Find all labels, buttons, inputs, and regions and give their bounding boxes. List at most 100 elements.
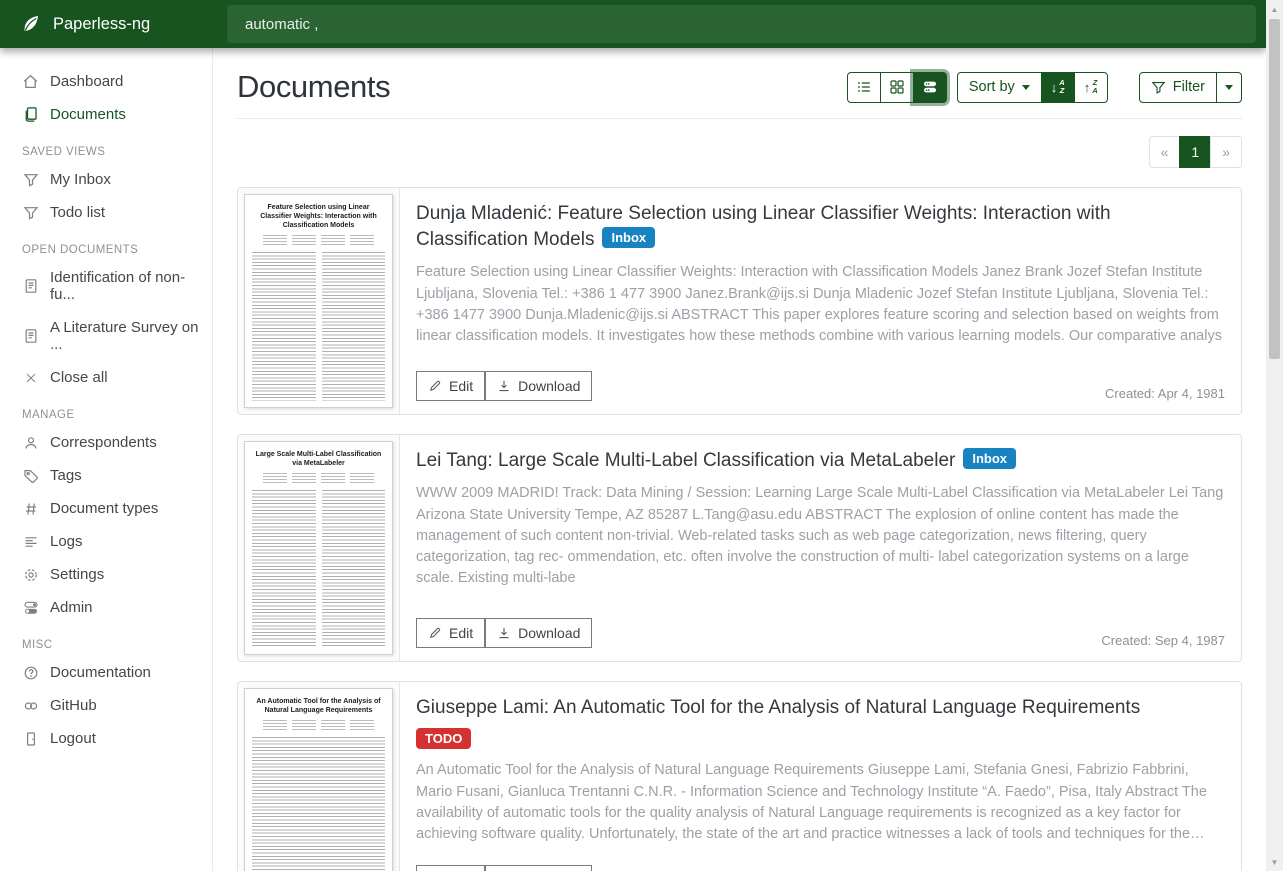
sidebar-item-document-types[interactable]: Document types — [0, 492, 212, 525]
person-icon — [22, 434, 39, 451]
document-thumbnail[interactable]: Large Scale Multi-Label Classification v… — [238, 435, 400, 661]
document-thumbnail[interactable]: An Automatic Tool for the Analysis of Na… — [238, 682, 400, 871]
sidebar-item-my-inbox[interactable]: My Inbox — [0, 163, 212, 196]
document-title[interactable]: Giuseppe Lami: An Automatic Tool for the… — [416, 697, 1140, 718]
thumbnail-text-columns — [252, 490, 385, 648]
brand[interactable]: Paperless-ng — [0, 14, 213, 34]
document-actions: Edit Download — [416, 865, 592, 871]
document-thumbnail[interactable]: Feature Selection using Linear Classifie… — [238, 188, 400, 414]
tag-icon — [22, 467, 39, 484]
sidebar-item-label: A Literature Survey on ... — [50, 319, 204, 353]
document-card: Feature Selection using Linear Classifie… — [237, 187, 1242, 415]
tag-badge[interactable]: Inbox — [963, 448, 1016, 469]
sidebar-item-label: Close all — [50, 369, 108, 386]
list-view-icon — [856, 79, 872, 95]
download-button[interactable]: Download — [485, 371, 592, 401]
document-actions: Edit Download — [416, 371, 592, 401]
sidebar-item-label: Logout — [50, 730, 96, 747]
sidebar-item-label: Admin — [50, 599, 93, 616]
sidebar-item-label: Tags — [50, 467, 82, 484]
thumbnail-authors — [252, 235, 385, 246]
sort-by-dropdown[interactable]: Sort by — [957, 72, 1042, 103]
log-lines-icon — [22, 533, 39, 550]
document-actions: Edit Download — [416, 618, 592, 648]
chevron-down-icon — [1022, 85, 1030, 90]
funnel-icon — [22, 204, 39, 221]
tag-badge[interactable]: Inbox — [602, 227, 655, 248]
document-card-body: Lei Tang: Large Scale Multi-Label Classi… — [400, 435, 1241, 661]
document-title[interactable]: Dunja Mladenić: Feature Selection using … — [416, 203, 1111, 250]
document-card-footer: Edit Download Created: Sep 4, 1987 — [416, 608, 1225, 648]
search-input[interactable] — [227, 5, 1256, 43]
filter-button[interactable]: Filter — [1139, 72, 1217, 103]
sidebar-item-tags[interactable]: Tags — [0, 459, 212, 492]
sidebar-item-close-all[interactable]: Close all — [0, 361, 212, 394]
thumbnail-page: Feature Selection using Linear Classifie… — [244, 194, 393, 408]
heading-divider — [237, 118, 1242, 119]
documents-icon — [22, 106, 39, 123]
download-label: Download — [518, 625, 580, 641]
edit-button[interactable]: Edit — [416, 371, 485, 401]
sidebar-item-dashboard[interactable]: Dashboard — [0, 65, 212, 98]
filter-dropdown-button[interactable] — [1216, 72, 1242, 103]
sidebar-item-label: Logs — [50, 533, 83, 550]
download-icon — [497, 626, 511, 640]
document-card-footer: Edit Download Created: Apr 4, 1981 — [416, 361, 1225, 401]
sidebar-open-document-1[interactable]: Identification of non-fu... — [0, 261, 212, 311]
tag-badge[interactable]: TODO — [416, 728, 471, 749]
sort-by-label: Sort by — [969, 79, 1015, 95]
sidebar-item-documents[interactable]: Documents — [0, 98, 212, 131]
sidebar-item-documentation[interactable]: Documentation — [0, 656, 212, 689]
scrollbar-thumb[interactable] — [1269, 19, 1280, 359]
document-card-body: Giuseppe Lami: An Automatic Tool for the… — [400, 682, 1241, 871]
scrollbar-up-arrow[interactable]: ▲ — [1266, 1, 1283, 17]
thumbnail-authors — [252, 720, 385, 731]
hash-icon — [22, 500, 39, 517]
sidebar-open-document-2[interactable]: A Literature Survey on ... — [0, 311, 212, 361]
thumbnail-title: Feature Selection using Linear Classifie… — [252, 203, 385, 230]
download-label: Download — [518, 378, 580, 394]
sidebar-item-label: Correspondents — [50, 434, 157, 451]
list-view-button[interactable] — [847, 72, 881, 103]
sidebar-item-logs[interactable]: Logs — [0, 525, 212, 558]
chevron-down-icon — [1225, 85, 1233, 90]
edit-label: Edit — [449, 378, 473, 394]
grid-view-button[interactable] — [880, 72, 914, 103]
document-card: An Automatic Tool for the Analysis of Na… — [237, 681, 1242, 871]
sort-group: Sort by ↓ AZ ↑ ZA — [957, 72, 1108, 103]
pagination-next-button[interactable]: » — [1210, 136, 1242, 168]
pagination-page-1-button[interactable]: 1 — [1179, 136, 1211, 168]
sidebar-item-logout[interactable]: Logout — [0, 722, 212, 755]
sidebar-item-correspondents[interactable]: Correspondents — [0, 426, 212, 459]
thumbnail-page: An Automatic Tool for the Analysis of Na… — [244, 688, 393, 871]
sidebar-item-label: My Inbox — [50, 171, 111, 188]
grid-view-icon — [889, 79, 905, 95]
door-icon — [22, 730, 39, 747]
sidebar-item-todo-list[interactable]: Todo list — [0, 196, 212, 229]
scrollbar-down-arrow[interactable]: ▼ — [1266, 854, 1283, 870]
document-title[interactable]: Lei Tang: Large Scale Multi-Label Classi… — [416, 450, 955, 471]
document-summary: WWW 2009 MADRID! Track: Data Mining / Se… — [416, 483, 1225, 590]
sort-descending-button[interactable]: ↓ AZ — [1041, 72, 1075, 103]
sort-alpha-down-icon: ↓ AZ — [1051, 79, 1065, 95]
sidebar-item-label: GitHub — [50, 697, 97, 714]
download-button[interactable]: Download — [485, 865, 592, 871]
thumbnail-page: Large Scale Multi-Label Classification v… — [244, 441, 393, 655]
detail-view-button[interactable] — [913, 72, 947, 103]
edit-button[interactable]: Edit — [416, 618, 485, 648]
pencil-icon — [428, 379, 442, 393]
pagination-previous-button[interactable]: « — [1149, 136, 1181, 168]
pencil-icon — [428, 626, 442, 640]
document-card-footer: Edit Download — [416, 855, 1225, 871]
sidebar-item-settings[interactable]: Settings — [0, 558, 212, 591]
download-button[interactable]: Download — [485, 618, 592, 648]
sidebar-item-label: Settings — [50, 566, 104, 583]
close-icon — [22, 369, 39, 386]
sidebar-item-github[interactable]: GitHub — [0, 689, 212, 722]
edit-button[interactable]: Edit — [416, 865, 485, 871]
document-summary: An Automatic Tool for the Analysis of Na… — [416, 760, 1225, 845]
sidebar: Dashboard Documents SAVED VIEWS My Inbox… — [0, 48, 213, 871]
sidebar-item-admin[interactable]: Admin — [0, 591, 212, 624]
brand-name: Paperless-ng — [53, 15, 150, 34]
sort-ascending-button[interactable]: ↑ ZA — [1074, 72, 1108, 103]
